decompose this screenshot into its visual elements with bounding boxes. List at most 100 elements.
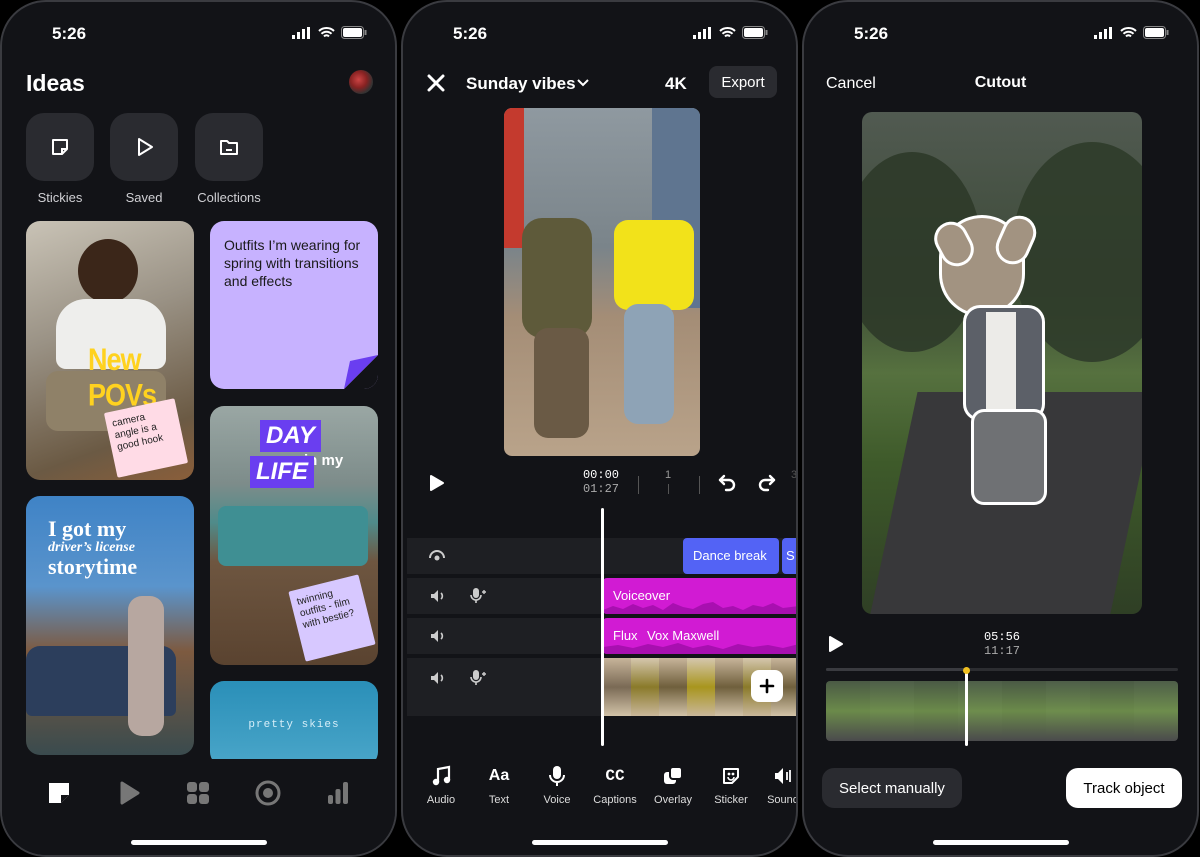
status-bar: 5:26 <box>403 22 796 46</box>
clip-next[interactable]: S <box>782 538 796 574</box>
chevron-down-icon[interactable] <box>577 79 589 87</box>
play-icon[interactable] <box>429 474 445 492</box>
speaker-icon[interactable] <box>429 670 447 686</box>
note-text: Outfits I’m wearing for spring with tran… <box>224 237 361 289</box>
scrubber-handle[interactable] <box>965 670 969 746</box>
clip-dance-break[interactable]: Dance break <box>683 538 779 574</box>
signal-icon <box>693 26 711 39</box>
sticky-note: camera angle is a good hook <box>103 398 189 478</box>
tool-captions[interactable]: CC Captions <box>588 764 642 806</box>
eye-icon[interactable] <box>429 549 445 563</box>
avatar[interactable] <box>349 70 373 94</box>
time-current: 05:56 <box>983 630 1020 644</box>
video-preview[interactable] <box>504 108 700 456</box>
title-life: LIFE <box>250 456 314 488</box>
tab-ideas[interactable] <box>46 780 72 811</box>
clip-voiceover[interactable]: Voiceover <box>603 578 796 614</box>
resolution-label[interactable]: 4K <box>665 74 687 94</box>
page-title: Cutout <box>974 74 1027 91</box>
select-manually-button[interactable]: Select manually <box>822 768 962 808</box>
idea-card-new-povs[interactable]: New POVs camera angle is a good hook <box>26 221 194 480</box>
play-icon <box>138 138 153 156</box>
progress-track[interactable] <box>826 668 1178 671</box>
tool-label: Captions <box>593 794 637 806</box>
folder-icon <box>220 140 238 155</box>
bar-chart-icon <box>328 781 349 804</box>
saved-button[interactable] <box>110 113 178 181</box>
ruler-tick: 3 <box>791 469 798 481</box>
page-curl-icon <box>344 355 378 389</box>
project-name[interactable]: Sunday vibes <box>466 74 576 94</box>
idea-card-day-in-life[interactable]: DAY in my LIFE twinning outfits - film w… <box>210 406 378 665</box>
playhead[interactable] <box>601 508 604 746</box>
status-time: 5:26 <box>52 24 87 43</box>
stickies-button[interactable] <box>26 113 94 181</box>
tab-templates[interactable] <box>185 780 211 811</box>
battery-icon <box>1143 26 1169 39</box>
cutout-filmstrip[interactable] <box>826 681 1178 741</box>
mic-sparkle-icon[interactable] <box>469 669 487 687</box>
close-icon[interactable] <box>427 74 445 92</box>
status-time: 5:26 <box>453 24 488 43</box>
tool-label: Overlay <box>654 794 692 806</box>
tool-overlay[interactable]: Overlay <box>646 764 700 806</box>
tool-label: Sound <box>767 794 798 806</box>
person-right <box>614 220 694 310</box>
signal-icon <box>292 26 310 39</box>
pants <box>974 412 1044 502</box>
speaker-icon[interactable] <box>429 588 447 604</box>
undo-icon[interactable] <box>717 472 737 492</box>
tab-bar <box>2 775 395 815</box>
store-sign <box>504 108 524 248</box>
status-time: 5:26 <box>854 24 889 43</box>
tool-text[interactable]: Aa Text <box>472 764 526 806</box>
status-bar: 5:26 <box>804 22 1197 46</box>
person-left <box>522 218 592 338</box>
time-current: 00:00 <box>582 468 619 482</box>
sticky-note-icon <box>52 139 68 155</box>
ruler-tick: 1 <box>665 469 672 481</box>
time-total: 01:27 <box>582 482 619 496</box>
redo-icon[interactable] <box>757 472 777 492</box>
person <box>128 596 164 736</box>
sticker-icon <box>723 768 739 784</box>
play-icon[interactable] <box>828 635 844 653</box>
speaker-icon[interactable] <box>429 628 447 644</box>
tab-insights[interactable] <box>325 780 351 811</box>
mic-sparkle-icon[interactable] <box>469 587 487 605</box>
ideas-screen: 5:26 Ideas Stickies Saved Collections Ne… <box>0 0 397 857</box>
mic-icon <box>549 766 565 786</box>
export-button[interactable]: Export <box>709 66 777 98</box>
battery-icon <box>341 26 367 39</box>
tool-voice[interactable]: Voice <box>530 764 584 806</box>
idea-card-skies[interactable]: pretty skies <box>210 681 378 766</box>
person-head <box>78 239 138 303</box>
signal-icon <box>1094 26 1112 39</box>
progress-fill <box>826 668 967 671</box>
sticky-note-icon <box>48 782 69 803</box>
play-icon <box>120 781 140 804</box>
ruler-mark <box>638 476 639 494</box>
track-object-button[interactable]: Track object <box>1066 768 1182 808</box>
tool-sticker[interactable]: Sticker <box>704 764 758 806</box>
jeans <box>624 304 674 424</box>
home-indicator <box>130 840 267 845</box>
cutout-screen: 5:26 Cancel Cutout 05:56 11:17 Select ma… <box>802 0 1199 857</box>
clip-label-vox: Vox Maxwell <box>647 628 720 643</box>
title-line3: storytime <box>48 554 138 579</box>
tab-videos[interactable] <box>116 780 142 811</box>
tab-record[interactable] <box>255 780 281 811</box>
cutout-video-frame[interactable] <box>862 112 1142 614</box>
idea-card-note[interactable]: Outfits I’m wearing for spring with tran… <box>210 221 378 389</box>
grid-icon <box>187 781 210 804</box>
tool-sound[interactable]: Sound <box>756 764 798 806</box>
collections-button[interactable] <box>195 113 263 181</box>
tool-label: Voice <box>543 794 571 806</box>
add-clip-button[interactable] <box>751 670 783 702</box>
wifi-icon <box>719 26 736 37</box>
clip-music[interactable]: Flux Vox Maxwell <box>603 618 796 654</box>
shirt <box>986 312 1016 412</box>
tool-audio[interactable]: Audio <box>414 764 468 806</box>
clip-label-flux: Flux <box>613 628 638 643</box>
idea-card-license[interactable]: I got my driver’s license storytime <box>26 496 194 755</box>
